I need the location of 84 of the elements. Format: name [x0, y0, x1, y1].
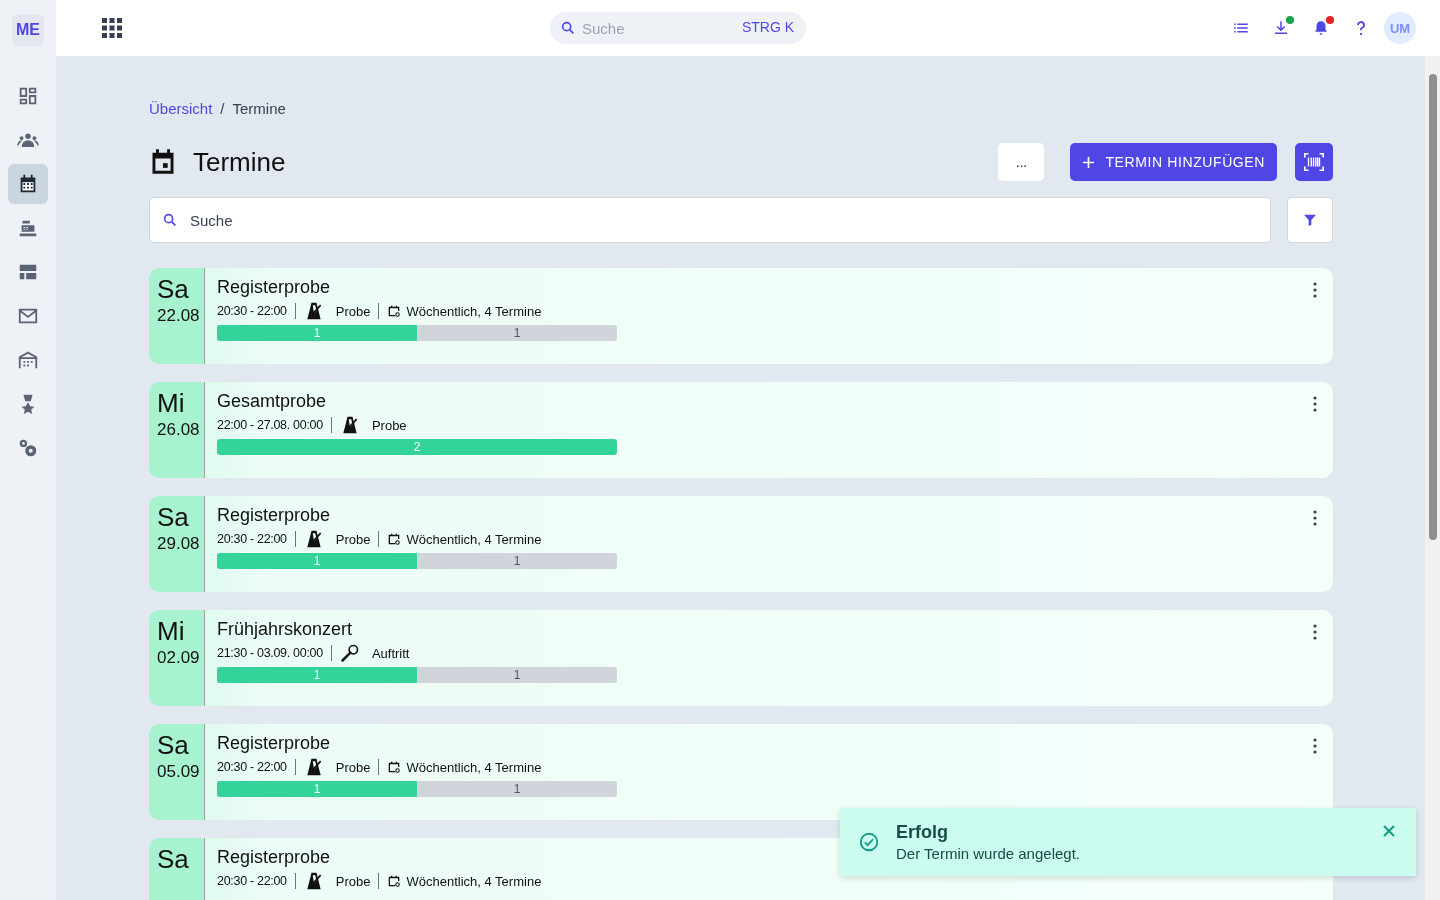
recurrence-info: Wöchentlich, 4 Termine	[406, 531, 542, 547]
event-title: Registerprobe	[217, 276, 332, 298]
more-options-icon[interactable]	[1313, 624, 1317, 640]
event-type: Probe	[335, 531, 371, 547]
bar-count: 1	[513, 782, 521, 796]
close-icon[interactable]	[1382, 824, 1396, 838]
recurring-calendar-icon	[387, 760, 402, 774]
breadcrumb-link[interactable]: Übersicht	[149, 100, 213, 117]
search-icon	[162, 212, 178, 228]
event-card[interactable]: Sa 29.08 Registerprobe 20:30 - 22:00 Probe Wöchentlich, 4 Termine 1 1	[149, 496, 1333, 592]
apps-grid-icon[interactable]	[102, 18, 122, 38]
event-card[interactable]: Sa 22.08 Registerprobe 20:30 - 22:00 Probe Wöchentlich, 4 Termine 1 1	[149, 268, 1333, 364]
weekday: Mi	[157, 616, 186, 646]
bar-count: 1	[313, 326, 321, 340]
weekday: Sa	[157, 274, 190, 304]
recurrence-info: Wöchentlich, 4 Termine	[406, 303, 542, 319]
event-title: Registerprobe	[217, 732, 332, 754]
add-event-button[interactable]: TERMIN HINZUFÜGEN	[1070, 143, 1277, 181]
breadcrumb-separator: /	[220, 100, 225, 117]
event-date: 05.09	[157, 762, 201, 782]
bar-count: 1	[313, 668, 321, 682]
event-type: Probe	[371, 417, 407, 433]
event-type: Auftritt	[371, 645, 410, 661]
breadcrumb-current: Termine	[232, 100, 286, 117]
recurring-calendar-icon	[387, 532, 402, 546]
sidebar-item[interactable]	[8, 164, 48, 204]
event-date: 02.09	[157, 648, 201, 668]
more-button[interactable]: ...	[998, 143, 1045, 181]
weekday: Mi	[157, 388, 186, 418]
event-title: Registerprobe	[217, 846, 332, 868]
event-title: Gesamtprobe	[217, 390, 328, 412]
search-field[interactable]: Suche	[149, 197, 1271, 243]
more-options-icon[interactable]	[1313, 738, 1317, 754]
event-title: Frühjahrskonzert	[217, 618, 354, 640]
dashboard-icon	[17, 85, 39, 107]
bar-count: 1	[313, 782, 321, 796]
bar-count: 2	[413, 440, 421, 454]
scrollbar[interactable]	[1425, 56, 1440, 900]
event-type: Probe	[335, 759, 371, 775]
barcode-scan-button[interactable]	[1295, 143, 1333, 181]
search-icon	[560, 20, 576, 36]
bar-count: 1	[513, 668, 521, 682]
event-time: 20:30 - 22:00	[217, 304, 287, 318]
app-logo[interactable]: ME	[12, 14, 44, 46]
event-time: 20:30 - 22:00	[217, 760, 287, 774]
bar-count: 1	[513, 554, 521, 568]
event-time: 20:30 - 22:00	[217, 874, 287, 888]
check-circle-icon	[858, 831, 880, 853]
barcode-icon	[1303, 151, 1325, 173]
shortcut-hint: STRG K	[741, 19, 794, 35]
event-card[interactable]: Mi 02.09 Frühjahrskonzert 21:30 - 03.09. 00:00 Auftritt 1 1	[149, 610, 1333, 706]
event-time: 20:30 - 22:00	[217, 532, 287, 546]
event-type: Probe	[335, 873, 371, 889]
recurring-calendar-icon	[387, 304, 402, 318]
building-icon	[17, 349, 39, 371]
recurrence-info: Wöchentlich, 4 Termine	[406, 873, 542, 889]
more-options-icon[interactable]	[1313, 510, 1317, 526]
weekday: Sa	[157, 730, 190, 760]
more-options-icon[interactable]	[1313, 396, 1317, 412]
weekday: Sa	[157, 502, 190, 532]
toast-message: Der Termin wurde angelegt.	[896, 845, 1081, 862]
settings-icon	[17, 437, 39, 459]
bar-count: 1	[313, 554, 321, 568]
event-type: Probe	[335, 303, 371, 319]
event-date: 29.08	[157, 534, 201, 554]
event-card[interactable]: Mi 26.08 Gesamtprobe 22:00 - 27.08. 00:00 Probe 2	[149, 382, 1333, 478]
filter-button[interactable]	[1287, 197, 1333, 243]
event-date: 26.08	[157, 420, 201, 440]
event-time: 21:30 - 03.09. 00:00	[217, 646, 323, 660]
notification-bell-icon[interactable]	[1312, 19, 1330, 37]
recurrence-info: Wöchentlich, 4 Termine	[406, 759, 542, 775]
recurring-calendar-icon	[387, 874, 402, 888]
page-title: Termine	[193, 146, 286, 178]
download-icon[interactable]	[1272, 19, 1290, 37]
event-title: Registerprobe	[217, 504, 332, 526]
filter-icon	[1302, 212, 1318, 228]
weekday: Sa	[157, 844, 190, 874]
event-card[interactable]: Sa 05.09 Registerprobe 20:30 - 22:00 Probe Wöchentlich, 4 Termine 1 1	[149, 724, 1333, 820]
event-date: 22.08	[157, 306, 201, 326]
microphone-icon	[339, 643, 360, 663]
bar-count: 1	[513, 326, 521, 340]
event-time: 22:00 - 27.08. 00:00	[217, 418, 323, 432]
more-options-icon[interactable]	[1313, 282, 1317, 298]
plus-icon	[1082, 155, 1096, 169]
